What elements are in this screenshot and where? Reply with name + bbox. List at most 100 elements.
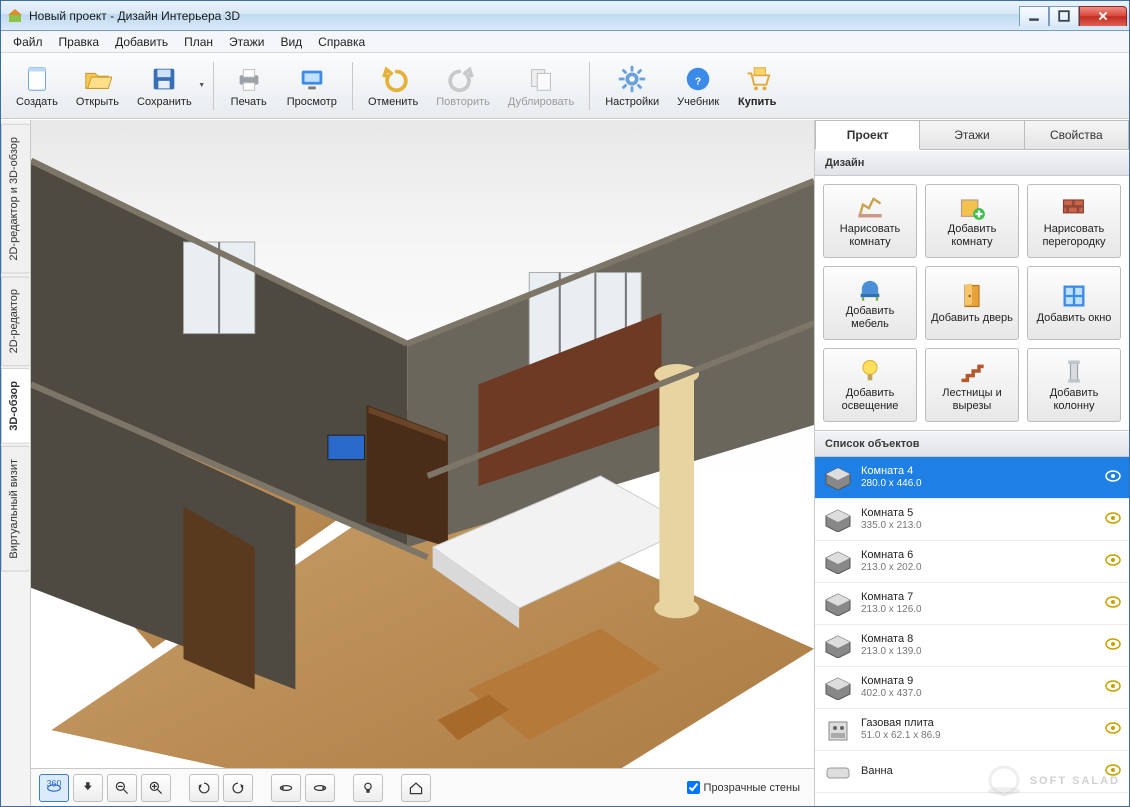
menu-help[interactable]: Справка: [310, 32, 373, 52]
view-360-icon[interactable]: 360: [39, 774, 69, 802]
action-add-light[interactable]: Добавить освещение: [823, 348, 917, 422]
zoom-in-icon[interactable]: [141, 774, 171, 802]
menu-plan[interactable]: План: [176, 32, 221, 52]
visibility-eye-icon[interactable]: [1105, 722, 1121, 737]
visibility-eye-icon[interactable]: [1105, 638, 1121, 653]
object-dims: 213.0 x 202.0: [861, 562, 1097, 574]
toolbar-tutorial[interactable]: ?Учебник: [668, 57, 728, 115]
object-thumb-icon: [823, 633, 853, 659]
toolbar-save-dropdown[interactable]: ▼: [197, 57, 207, 115]
titlebar: Новый проект - Дизайн Интерьера 3D: [1, 1, 1129, 31]
svg-text:?: ?: [695, 76, 701, 87]
action-stairs[interactable]: Лестницы и вырезы: [925, 348, 1019, 422]
object-name: Комната 6: [861, 549, 1097, 562]
window-title: Новый проект - Дизайн Интерьера 3D: [29, 9, 1019, 23]
transparent-walls-checkbox[interactable]: Прозрачные стены: [687, 781, 806, 794]
object-row[interactable]: Комната 8213.0 x 139.0: [815, 625, 1129, 667]
toolbar-settings[interactable]: Настройки: [596, 57, 668, 115]
panel-head-design: Дизайн: [815, 150, 1129, 176]
action-add-column[interactable]: Добавить колонну: [1027, 348, 1121, 422]
action-add-room[interactable]: Добавить комнату: [925, 184, 1019, 258]
object-name: Комната 4: [861, 465, 1097, 478]
object-thumb-icon: [823, 759, 853, 785]
visibility-eye-icon[interactable]: [1105, 554, 1121, 569]
menu-file[interactable]: Файл: [5, 32, 51, 52]
maximize-button[interactable]: [1049, 6, 1079, 26]
svg-text:360: 360: [47, 780, 62, 788]
object-row[interactable]: Комната 7213.0 x 126.0: [815, 583, 1129, 625]
object-thumb-icon: [823, 507, 853, 533]
panel-tab-project[interactable]: Проект: [815, 120, 920, 150]
action-add-furniture[interactable]: Добавить мебель: [823, 266, 917, 340]
rotate-cw-icon[interactable]: [223, 774, 253, 802]
action-draw-room[interactable]: Нарисовать комнату: [823, 184, 917, 258]
transparent-walls-label: Прозрачные стены: [704, 782, 800, 794]
toolbar-preview[interactable]: Просмотр: [278, 57, 346, 115]
visibility-eye-icon[interactable]: [1105, 596, 1121, 611]
close-button[interactable]: [1079, 6, 1127, 26]
orbit-left-icon[interactable]: [271, 774, 301, 802]
toolbar-print[interactable]: Печать: [220, 57, 278, 115]
rotate-ccw-icon[interactable]: [189, 774, 219, 802]
app-icon: [7, 8, 23, 24]
object-name: Комната 5: [861, 507, 1097, 520]
object-dims: 335.0 x 213.0: [861, 520, 1097, 532]
object-name: Комната 9: [861, 675, 1097, 688]
toolbar: Создать Открыть Сохранить ▼ Печать Просм…: [1, 53, 1129, 119]
object-dims: 402.0 x 437.0: [861, 688, 1097, 700]
left-tabs: 2D-редактор и 3D-обзор 2D-редактор 3D-об…: [1, 120, 31, 806]
tab-2d-editor[interactable]: 2D-редактор: [1, 276, 30, 366]
toolbar-undo[interactable]: Отменить: [359, 57, 427, 115]
menu-edit[interactable]: Правка: [51, 32, 108, 52]
object-row[interactable]: Газовая плита51.0 x 62.1 x 86.9: [815, 709, 1129, 751]
object-thumb-icon: [823, 591, 853, 617]
object-list: Комната 4280.0 x 446.0Комната 5335.0 x 2…: [815, 457, 1129, 806]
home-view-icon[interactable]: [401, 774, 431, 802]
object-thumb-icon: [823, 465, 853, 491]
panel-tab-floors[interactable]: Этажи: [920, 120, 1024, 150]
visibility-eye-icon[interactable]: [1105, 680, 1121, 695]
tab-2d-and-3d[interactable]: 2D-редактор и 3D-обзор: [1, 124, 30, 274]
toolbar-open[interactable]: Открыть: [67, 57, 128, 115]
object-name: Газовая плита: [861, 717, 1097, 730]
panel-head-objects: Список объектов: [815, 431, 1129, 457]
menu-add[interactable]: Добавить: [107, 32, 176, 52]
orbit-right-icon[interactable]: [305, 774, 335, 802]
object-name: Комната 8: [861, 633, 1097, 646]
object-dims: 280.0 x 446.0: [861, 478, 1097, 490]
menu-floors[interactable]: Этажи: [221, 32, 272, 52]
toolbar-redo[interactable]: Повторить: [427, 57, 499, 115]
object-row[interactable]: Комната 5335.0 x 213.0: [815, 499, 1129, 541]
object-name: Ванна: [861, 765, 1097, 778]
object-row[interactable]: Комната 9402.0 x 437.0: [815, 667, 1129, 709]
object-row[interactable]: Комната 6213.0 x 202.0: [815, 541, 1129, 583]
tab-virtual-visit[interactable]: Виртуальный визит: [1, 446, 30, 572]
panel-tab-properties[interactable]: Свойства: [1025, 120, 1129, 150]
tab-3d-view[interactable]: 3D-обзор: [1, 368, 30, 444]
right-panel: Проект Этажи Свойства Дизайн Нарисовать …: [815, 120, 1129, 806]
visibility-eye-icon[interactable]: [1105, 764, 1121, 779]
object-row[interactable]: Комната 4280.0 x 446.0: [815, 457, 1129, 499]
object-dims: 213.0 x 139.0: [861, 646, 1097, 658]
minimize-button[interactable]: [1019, 6, 1049, 26]
action-add-door[interactable]: Добавить дверь: [925, 266, 1019, 340]
toolbar-duplicate[interactable]: Дублировать: [499, 57, 583, 115]
action-add-window[interactable]: Добавить окно: [1027, 266, 1121, 340]
view-pan-icon[interactable]: [73, 774, 103, 802]
object-name: Комната 7: [861, 591, 1097, 604]
light-toggle-icon[interactable]: [353, 774, 383, 802]
action-draw-partition[interactable]: Нарисовать перегородку: [1027, 184, 1121, 258]
3d-viewport[interactable]: [31, 120, 814, 768]
menu-view[interactable]: Вид: [272, 32, 310, 52]
object-row[interactable]: Ванна: [815, 751, 1129, 793]
toolbar-create[interactable]: Создать: [7, 57, 67, 115]
toolbar-save[interactable]: Сохранить: [128, 57, 201, 115]
zoom-out-icon[interactable]: [107, 774, 137, 802]
view-toolbar: 360 Прозрачные стены: [31, 768, 814, 806]
visibility-eye-icon[interactable]: [1105, 512, 1121, 527]
transparent-walls-input[interactable]: [687, 781, 700, 794]
toolbar-buy[interactable]: Купить: [728, 57, 786, 115]
visibility-eye-icon[interactable]: [1105, 470, 1121, 485]
object-thumb-icon: [823, 549, 853, 575]
object-thumb-icon: [823, 675, 853, 701]
